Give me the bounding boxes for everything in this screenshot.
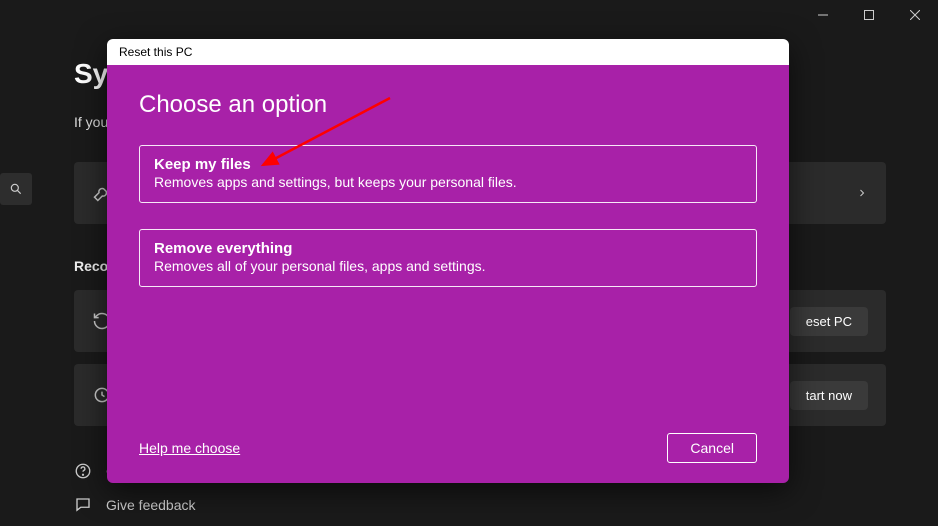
dialog-title-text: Reset this PC [119,45,192,59]
option-description: Removes all of your personal files, apps… [154,258,742,274]
reset-pc-dialog: Reset this PC Choose an option Keep my f… [107,39,789,483]
search-icon [9,182,23,196]
search-button[interactable] [0,173,32,205]
restart-now-button-fragment[interactable]: tart now [790,381,868,410]
option-remove-everything[interactable]: Remove everything Removes all of your pe… [139,229,757,287]
window-controls [800,0,938,30]
option-title: Keep my files [154,156,742,173]
help-me-choose-link[interactable]: Help me choose [139,440,240,456]
feedback-row[interactable]: Give feedback [74,496,196,514]
option-description: Removes apps and settings, but keeps you… [154,174,742,190]
dialog-heading: Choose an option [139,91,757,119]
dialog-footer: Help me choose Cancel [139,433,757,463]
feedback-row-label: Give feedback [106,497,196,513]
maximize-icon [864,10,874,20]
reset-pc-button-fragment[interactable]: eset PC [790,307,868,336]
close-button[interactable] [892,0,938,30]
minimize-button[interactable] [800,0,846,30]
page-subtext-fragment: If you' [74,114,111,130]
maximize-button[interactable] [846,0,892,30]
help-icon [74,462,92,480]
close-icon [910,10,920,20]
chevron-right-icon [856,187,868,199]
dialog-body: Choose an option Keep my files Removes a… [107,65,789,483]
feedback-icon [74,496,92,514]
option-title: Remove everything [154,240,742,257]
option-keep-my-files[interactable]: Keep my files Removes apps and settings,… [139,145,757,203]
cancel-button[interactable]: Cancel [667,433,757,463]
dialog-titlebar: Reset this PC [107,39,789,65]
minimize-icon [818,10,828,20]
